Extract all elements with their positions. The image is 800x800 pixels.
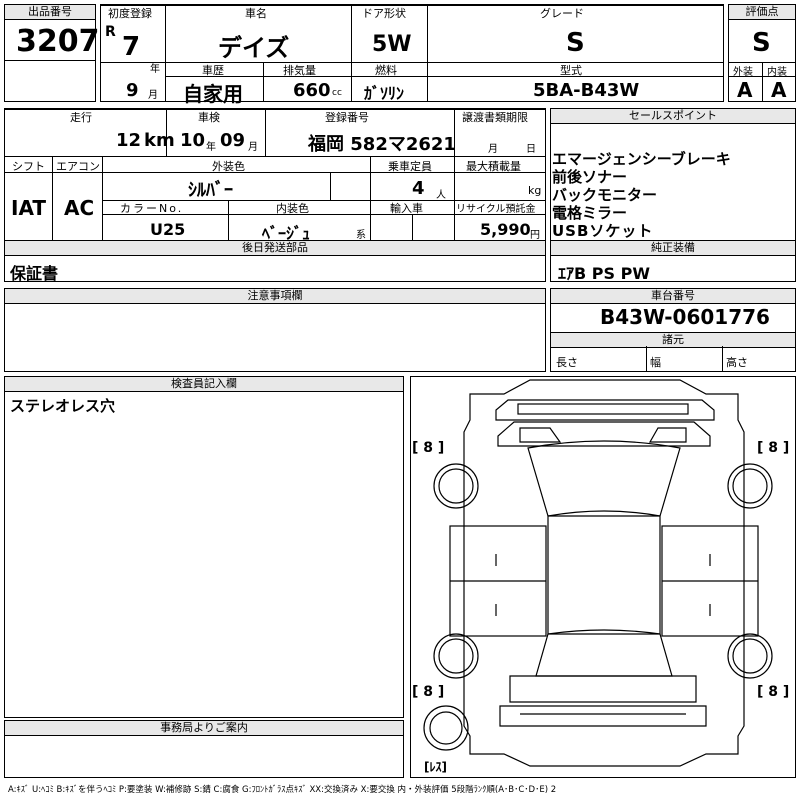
int-label: 内装 (767, 67, 787, 78)
intcolor-label: 内装色 (276, 202, 309, 215)
spare-mark: [ﾚｽ] (424, 760, 447, 774)
inspect-month: 09 (220, 130, 246, 151)
transfer-day: 日 (526, 144, 536, 155)
equip-label: 純正装備 (551, 241, 795, 256)
era: R (105, 24, 116, 40)
shift-label: シフト (12, 160, 45, 173)
ac-label: エアコン (56, 160, 100, 173)
colorno-label: カラーNo. (120, 202, 184, 215)
reg-label: 初度登録 (108, 7, 152, 20)
seats-unit: 人 (436, 190, 446, 201)
spec-length: 長さ (556, 356, 578, 369)
door: 5W (372, 32, 412, 57)
reg-month: 9 (126, 80, 139, 101)
color: ｼﾙﾊﾞｰ (188, 180, 233, 201)
intcolor-unit: 系 (356, 230, 366, 241)
reg-year: 7 (122, 32, 141, 62)
inspector-note: ステレオレス穴 (10, 397, 116, 415)
recycle-label: リサイクル預託金 (456, 204, 536, 215)
legend: A:ｷｽﾞ U:ﾍｺﾐ B:ｷｽﾞを伴うﾍｺﾐ P:要塗装 W:補修跡 S:錆 … (8, 785, 557, 795)
recycle-unit: 円 (530, 230, 540, 241)
score: S (752, 28, 771, 58)
displacement: 660 (293, 80, 331, 101)
plate: 福岡 582マ2621 (308, 134, 456, 155)
load-label: 最大積載量 (466, 160, 521, 173)
seats: 4 (412, 178, 425, 199)
lot-label: 出品番号 (5, 5, 95, 20)
grade-label: グレード (540, 7, 584, 20)
lot-number: 3207 (16, 24, 100, 59)
spec-label: 諸元 (551, 333, 795, 348)
tire-mark-rl: [ 8 ] (412, 684, 445, 700)
history-label: 車歴 (202, 64, 224, 77)
spec-width: 幅 (650, 356, 661, 369)
later-label: 後日発送部品 (5, 241, 545, 256)
car-name: デイズ (218, 34, 290, 62)
sales-line-5: USBソケット (552, 222, 654, 240)
name-label: 車名 (245, 7, 267, 20)
colorno: U25 (150, 220, 186, 239)
chassis-label: 車台番号 (551, 289, 795, 304)
ac: AC (64, 196, 95, 220)
color-label: 外装色 (212, 160, 245, 173)
import-label: 輸入車 (390, 202, 423, 215)
caution-label: 注意事項欄 (5, 289, 545, 304)
disp-label: 排気量 (283, 64, 316, 77)
int-grade: A (771, 78, 787, 102)
inspect-label: 車検 (198, 111, 220, 124)
plate-label: 登録番号 (325, 111, 369, 124)
shift: IAT (11, 196, 47, 220)
history: 自家用 (183, 82, 243, 106)
month-unit: 月 (148, 90, 158, 101)
office-label: 事務局よりご案内 (5, 721, 403, 736)
load-unit: kg (528, 184, 542, 197)
inspector-label: 検査員記入欄 (5, 377, 403, 392)
seats-label: 乗車定員 (388, 160, 432, 173)
tire-mark-rr: [ 8 ] (757, 684, 790, 700)
model-label: 型式 (560, 64, 582, 77)
inspect-month-unit: 月 (248, 142, 258, 153)
model: 5BA-B43W (533, 80, 640, 101)
tire-mark-fr: [ 8 ] (757, 440, 790, 456)
ext-label: 外装 (733, 67, 753, 78)
inspect-year: 10 (180, 130, 206, 151)
transfer-month: 月 (488, 144, 498, 155)
spec-height: 高さ (726, 356, 748, 369)
grade: S (566, 28, 585, 58)
tire-mark-fl: [ 8 ] (412, 440, 445, 456)
door-label: ドア形状 (362, 7, 406, 20)
year-unit: 年 (150, 64, 160, 75)
score-label: 評価点 (729, 5, 795, 20)
recycle: 5,990 (480, 220, 531, 239)
fuel: ｶﾞｿﾘﾝ (364, 84, 405, 103)
sales-label: セールスポイント (551, 109, 795, 124)
mileage-unit: km (144, 130, 175, 151)
inspect-year-unit: 年 (206, 142, 216, 153)
disp-unit: cc (332, 88, 342, 98)
fuel-label: 燃料 (375, 64, 397, 77)
inspector-box (4, 376, 404, 718)
transfer-label: 譲渡書類期限 (462, 111, 528, 124)
chassis-number: B43W-0601776 (600, 305, 770, 329)
mileage: 12 (116, 130, 142, 151)
later-parts: 保証書 (10, 264, 59, 283)
mileage-label: 走行 (70, 111, 92, 124)
ext-grade: A (737, 78, 753, 102)
car-diagram (423, 379, 773, 767)
equipment: ｴｱB PS PW (558, 264, 650, 283)
